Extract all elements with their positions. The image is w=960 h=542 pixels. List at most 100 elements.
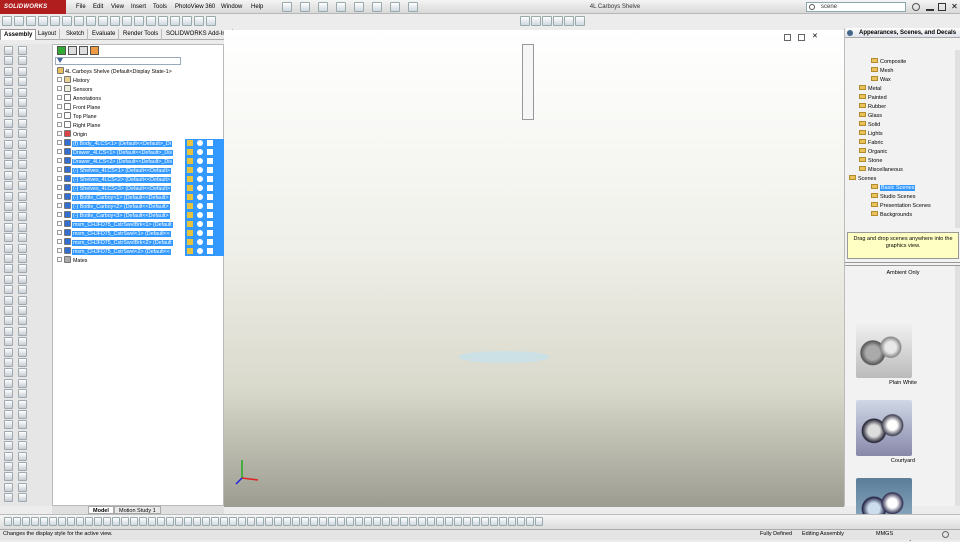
tree-root[interactable]: 4L Carboys Shelve (Default<Display State… <box>57 67 172 76</box>
expand-toggle-icon[interactable] <box>57 248 62 253</box>
status-units[interactable]: MMGS <box>876 529 893 540</box>
command-icon[interactable] <box>18 472 27 482</box>
command-icon[interactable] <box>18 233 27 243</box>
save-icon[interactable] <box>318 2 328 12</box>
menu-help[interactable]: Help <box>247 0 267 14</box>
tab-motion-study-1[interactable]: Motion Study 1 <box>114 506 161 514</box>
command-icon[interactable] <box>18 181 27 191</box>
tab-sketch[interactable]: Sketch <box>63 29 89 40</box>
sketch-tool-icon[interactable] <box>373 517 381 526</box>
sketch-tool-icon[interactable] <box>22 517 30 526</box>
appearance-tree-item[interactable]: Painted <box>859 94 887 103</box>
tree-item[interactable]: History <box>57 76 225 85</box>
command-icon[interactable] <box>4 139 13 149</box>
command-icon[interactable] <box>18 347 27 357</box>
tree-tab-property-icon[interactable] <box>68 46 77 55</box>
sketch-tool-icon[interactable] <box>409 517 417 526</box>
command-icon[interactable] <box>18 118 27 128</box>
command-icon[interactable] <box>4 254 13 263</box>
tab-layout[interactable]: Layout <box>35 29 61 40</box>
command-icon[interactable] <box>4 399 13 409</box>
tree-item[interactable]: msm_CHJFD75_CstrSwvl<1> (Default<< <box>57 229 225 238</box>
command-icon[interactable] <box>4 129 13 139</box>
tree-tab-display-icon[interactable] <box>90 46 99 55</box>
expand-toggle-icon[interactable] <box>57 86 62 91</box>
appearance-tree-item[interactable]: Studio Scenes <box>871 193 915 202</box>
command-icon[interactable] <box>4 150 13 159</box>
sketch-tool-icon[interactable] <box>391 517 399 526</box>
menu-edit[interactable]: Edit <box>89 0 107 14</box>
sketch-tool-icon[interactable] <box>337 517 345 526</box>
graphics-area[interactable]: ✕ <box>224 30 844 507</box>
tree-item[interactable]: (-) Bottle_Carboy<3> (Default<<Default> <box>57 211 225 220</box>
command-icon[interactable] <box>18 108 27 118</box>
command-icon[interactable] <box>4 212 13 222</box>
command-icon[interactable] <box>18 243 27 253</box>
restore-icon[interactable] <box>938 3 946 11</box>
render-region-icon[interactable] <box>542 16 552 26</box>
command-icon[interactable] <box>18 202 27 211</box>
viewport-close-icon[interactable]: ✕ <box>812 33 820 41</box>
sketch-tool-icon[interactable] <box>193 517 201 526</box>
command-icon[interactable] <box>18 378 27 388</box>
expand-toggle-icon[interactable] <box>57 95 62 100</box>
command-icon[interactable] <box>18 191 27 201</box>
expand-toggle-icon[interactable] <box>57 185 62 190</box>
tree-item[interactable]: Origin <box>57 130 225 139</box>
command-icon[interactable] <box>4 46 13 55</box>
command-icon[interactable] <box>4 316 13 326</box>
command-icon[interactable] <box>18 399 27 409</box>
sketch-tool-icon[interactable] <box>175 517 183 526</box>
render-tools-icon[interactable] <box>531 16 541 26</box>
menu-view[interactable]: View <box>107 0 128 14</box>
sketch-tool-icon[interactable] <box>202 517 210 526</box>
menu-window[interactable]: Window <box>217 0 246 14</box>
command-icon[interactable] <box>18 389 27 399</box>
stop-icon[interactable] <box>564 16 574 26</box>
sketch-tool-icon[interactable] <box>49 517 57 526</box>
command-icon[interactable] <box>4 191 13 201</box>
command-icon[interactable] <box>18 420 27 430</box>
sketch-tool-icon[interactable] <box>355 517 363 526</box>
sketch-tool-icon[interactable] <box>499 517 507 526</box>
expand-toggle-icon[interactable] <box>57 140 62 145</box>
command-icon[interactable] <box>18 337 27 347</box>
command-icon[interactable] <box>4 482 13 492</box>
command-icon[interactable] <box>18 46 27 55</box>
appearance-tree-item[interactable]: Stone <box>859 157 882 166</box>
tree-item[interactable]: (-) Shelves_4LCS<2> (Default<<Default> <box>57 175 225 184</box>
command-icon[interactable] <box>4 306 13 315</box>
expand-toggle-icon[interactable] <box>57 113 62 118</box>
rebuild-icon[interactable] <box>390 2 400 12</box>
help-icon[interactable] <box>912 3 920 11</box>
tree-tab-config-icon[interactable] <box>79 46 88 55</box>
command-icon[interactable] <box>4 347 13 357</box>
play-icon[interactable] <box>553 16 563 26</box>
command-icon[interactable] <box>18 326 27 336</box>
sketch-tool-icon[interactable] <box>157 517 165 526</box>
sketch-tool-icon[interactable] <box>517 517 525 526</box>
sketch-tool-icon[interactable] <box>418 517 426 526</box>
expand-toggle-icon[interactable] <box>57 167 62 172</box>
appearance-tree-item[interactable]: Mesh <box>871 67 893 76</box>
record-icon[interactable] <box>575 16 585 26</box>
command-icon[interactable] <box>4 493 13 503</box>
measure-icon[interactable] <box>182 16 192 26</box>
command-icon[interactable] <box>18 87 27 97</box>
expand-toggle-icon[interactable] <box>57 149 62 154</box>
expand-toggle-icon[interactable] <box>57 212 62 217</box>
expand-toggle-icon[interactable] <box>57 131 62 136</box>
command-icon[interactable] <box>4 326 13 336</box>
tree-item[interactable]: msm_CHJFD75_CstrSwvl<2> (Default<< <box>57 247 225 256</box>
sketch-tool-icon[interactable] <box>382 517 390 526</box>
expand-toggle-icon[interactable] <box>57 257 62 262</box>
command-icon[interactable] <box>4 274 13 284</box>
undo-icon[interactable] <box>354 2 364 12</box>
sketch-tool-icon[interactable] <box>76 517 84 526</box>
command-icon[interactable] <box>4 420 13 430</box>
command-icon[interactable] <box>4 441 13 451</box>
sketch-tool-icon[interactable] <box>13 517 21 526</box>
shelf-wireframe-model[interactable] <box>454 102 554 387</box>
command-icon[interactable] <box>18 430 27 440</box>
command-icon[interactable] <box>18 285 27 295</box>
